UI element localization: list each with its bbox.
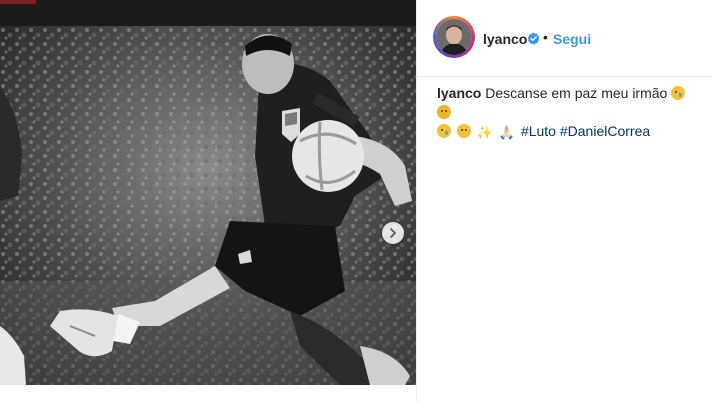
follow-button[interactable]: Segui	[553, 31, 591, 47]
caption-text: Descanse em paz meu irmão	[485, 85, 668, 101]
post-side-panel: lyanco • Segui lyanco Descanse em paz me…	[416, 0, 712, 402]
post-caption: lyanco Descanse em paz meu irmão ✨ 🙏🏻 #L…	[437, 84, 699, 142]
chevron-right-icon	[390, 228, 396, 238]
backdrop-bottom	[0, 385, 416, 402]
carousel-next-button[interactable]	[382, 222, 404, 244]
post-username[interactable]: lyanco	[483, 31, 527, 47]
avatar-image	[436, 19, 472, 55]
player-photo	[0, 26, 416, 385]
folded-hands-icon: 🙏🏻	[498, 125, 516, 140]
avatar[interactable]	[433, 16, 475, 58]
loudly-crying-face-icon	[437, 124, 451, 138]
post-header: lyanco • Segui	[417, 0, 712, 77]
caption-username[interactable]: lyanco	[437, 85, 481, 101]
verified-badge-icon	[527, 32, 540, 45]
hashtag-luto[interactable]: #Luto	[521, 123, 556, 139]
sparkles-icon: ✨	[476, 125, 493, 140]
sad-face-icon	[437, 105, 451, 119]
profile-photo	[436, 19, 472, 55]
pensive-face-icon	[456, 124, 471, 138]
hashtag-danielcorrea[interactable]: #DanielCorrea	[560, 123, 650, 139]
crying-face-icon	[671, 86, 686, 100]
backdrop-top	[0, 0, 416, 26]
header-separator: •	[543, 29, 548, 45]
post-photo[interactable]	[0, 26, 416, 385]
